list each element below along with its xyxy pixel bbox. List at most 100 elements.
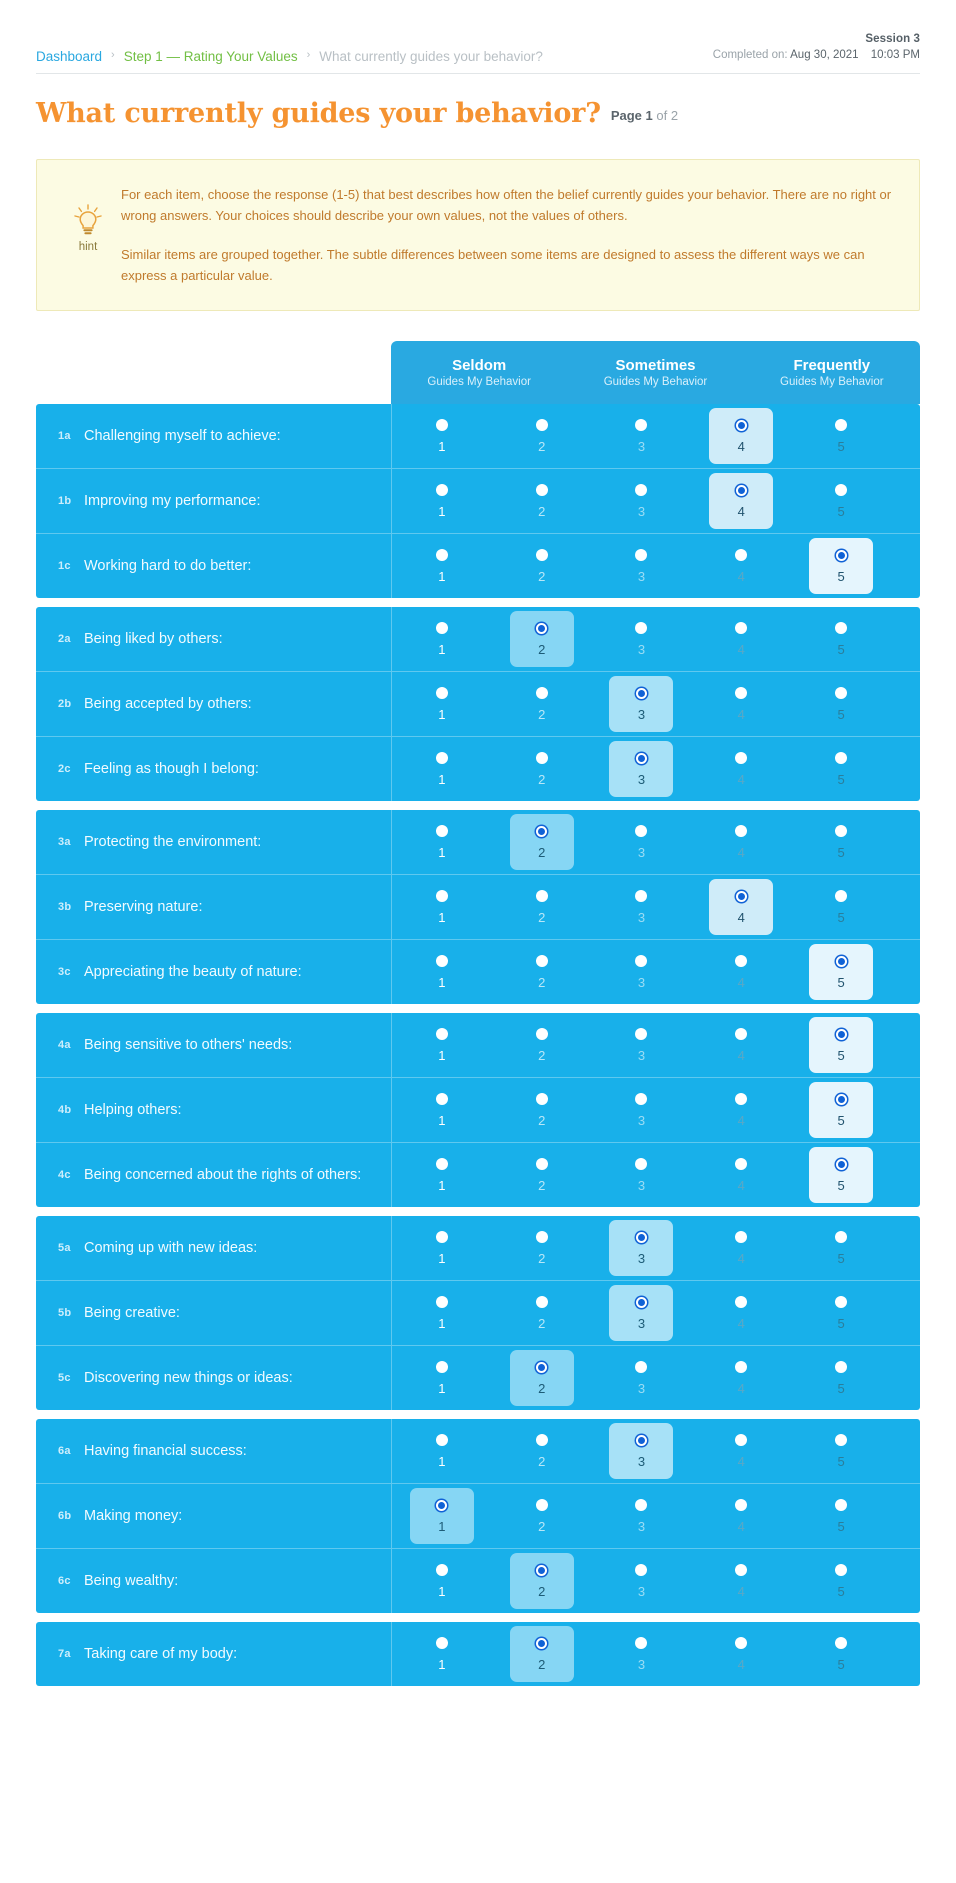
rating-option-6c-2[interactable]: 2 (492, 1549, 592, 1613)
rating-option-4c-4[interactable]: 4 (691, 1143, 791, 1207)
rating-option-5a-4[interactable]: 4 (691, 1216, 791, 1280)
rating-option-2a-2[interactable]: 2 (492, 607, 592, 671)
rating-option-7a-3[interactable]: 3 (592, 1622, 692, 1686)
radio-unselected-icon[interactable] (835, 1296, 848, 1309)
rating-option-4a-2[interactable]: 2 (492, 1013, 592, 1077)
radio-unselected-icon[interactable] (635, 1093, 648, 1106)
rating-option-2c-1[interactable]: 1 (392, 737, 492, 801)
radio-selected-icon[interactable] (835, 1093, 847, 1105)
rating-option-4a-4[interactable]: 4 (691, 1013, 791, 1077)
rating-option-4b-5[interactable]: 5 (791, 1078, 891, 1142)
radio-unselected-icon[interactable] (635, 419, 648, 432)
radio-unselected-icon[interactable] (835, 1637, 848, 1650)
radio-unselected-icon[interactable] (435, 752, 448, 765)
rating-option-3b-2[interactable]: 2 (492, 875, 592, 939)
radio-unselected-icon[interactable] (535, 1499, 548, 1512)
radio-selected-icon[interactable] (635, 1231, 647, 1243)
rating-option-5b-5[interactable]: 5 (791, 1281, 891, 1345)
rating-option-1b-2[interactable]: 2 (492, 469, 592, 533)
radio-selected-icon[interactable] (536, 825, 548, 837)
rating-option-4c-3[interactable]: 3 (592, 1143, 692, 1207)
rating-option-3b-1[interactable]: 1 (392, 875, 492, 939)
radio-unselected-icon[interactable] (535, 1093, 548, 1106)
radio-unselected-icon[interactable] (835, 752, 848, 765)
radio-unselected-icon[interactable] (735, 1296, 748, 1309)
rating-option-7a-1[interactable]: 1 (392, 1622, 492, 1686)
radio-unselected-icon[interactable] (435, 1637, 448, 1650)
rating-option-1a-5[interactable]: 5 (791, 404, 891, 468)
radio-unselected-icon[interactable] (835, 622, 848, 635)
radio-unselected-icon[interactable] (435, 1028, 448, 1041)
rating-option-4c-5[interactable]: 5 (791, 1143, 891, 1207)
radio-unselected-icon[interactable] (535, 1028, 548, 1041)
rating-option-1c-3[interactable]: 3 (592, 534, 692, 598)
rating-option-5c-2[interactable]: 2 (492, 1346, 592, 1410)
radio-unselected-icon[interactable] (435, 1296, 448, 1309)
rating-option-1a-3[interactable]: 3 (592, 404, 692, 468)
radio-unselected-icon[interactable] (835, 687, 848, 700)
rating-option-5a-3[interactable]: 3 (592, 1216, 692, 1280)
radio-unselected-icon[interactable] (735, 1361, 748, 1374)
rating-option-1a-2[interactable]: 2 (492, 404, 592, 468)
rating-option-3a-2[interactable]: 2 (492, 810, 592, 874)
radio-selected-icon[interactable] (536, 1361, 548, 1373)
rating-option-3c-5[interactable]: 5 (791, 940, 891, 1004)
radio-unselected-icon[interactable] (535, 955, 548, 968)
rating-option-7a-4[interactable]: 4 (691, 1622, 791, 1686)
rating-option-2c-4[interactable]: 4 (691, 737, 791, 801)
rating-option-6b-1[interactable]: 1 (392, 1484, 492, 1548)
radio-selected-icon[interactable] (735, 419, 747, 431)
radio-unselected-icon[interactable] (435, 419, 448, 432)
radio-unselected-icon[interactable] (635, 484, 648, 497)
radio-unselected-icon[interactable] (735, 825, 748, 838)
radio-unselected-icon[interactable] (835, 484, 848, 497)
radio-unselected-icon[interactable] (735, 1637, 748, 1650)
radio-unselected-icon[interactable] (535, 1158, 548, 1171)
radio-selected-icon[interactable] (835, 549, 847, 561)
radio-unselected-icon[interactable] (735, 622, 748, 635)
rating-option-1c-4[interactable]: 4 (691, 534, 791, 598)
radio-unselected-icon[interactable] (435, 687, 448, 700)
radio-unselected-icon[interactable] (535, 419, 548, 432)
rating-option-1a-1[interactable]: 1 (392, 404, 492, 468)
rating-option-2c-2[interactable]: 2 (492, 737, 592, 801)
rating-option-1b-4[interactable]: 4 (691, 469, 791, 533)
radio-unselected-icon[interactable] (435, 549, 448, 562)
radio-unselected-icon[interactable] (435, 484, 448, 497)
rating-option-4b-3[interactable]: 3 (592, 1078, 692, 1142)
radio-selected-icon[interactable] (735, 484, 747, 496)
radio-unselected-icon[interactable] (635, 1499, 648, 1512)
radio-unselected-icon[interactable] (535, 549, 548, 562)
rating-option-5c-4[interactable]: 4 (691, 1346, 791, 1410)
rating-option-5a-2[interactable]: 2 (492, 1216, 592, 1280)
rating-option-1c-5[interactable]: 5 (791, 534, 891, 598)
breadcrumb-item-dashboard[interactable]: Dashboard (36, 50, 102, 64)
rating-option-1b-5[interactable]: 5 (791, 469, 891, 533)
radio-unselected-icon[interactable] (435, 1564, 448, 1577)
radio-selected-icon[interactable] (635, 1434, 647, 1446)
radio-selected-icon[interactable] (536, 1637, 548, 1649)
radio-selected-icon[interactable] (635, 1296, 647, 1308)
rating-option-6b-5[interactable]: 5 (791, 1484, 891, 1548)
radio-unselected-icon[interactable] (635, 1361, 648, 1374)
radio-unselected-icon[interactable] (435, 890, 448, 903)
rating-option-6b-2[interactable]: 2 (492, 1484, 592, 1548)
radio-unselected-icon[interactable] (835, 419, 848, 432)
rating-option-3a-5[interactable]: 5 (791, 810, 891, 874)
rating-option-6c-1[interactable]: 1 (392, 1549, 492, 1613)
rating-option-5b-1[interactable]: 1 (392, 1281, 492, 1345)
radio-unselected-icon[interactable] (635, 955, 648, 968)
radio-unselected-icon[interactable] (735, 1499, 748, 1512)
rating-option-3b-5[interactable]: 5 (791, 875, 891, 939)
rating-option-1c-2[interactable]: 2 (492, 534, 592, 598)
rating-option-1c-1[interactable]: 1 (392, 534, 492, 598)
radio-selected-icon[interactable] (635, 752, 647, 764)
radio-unselected-icon[interactable] (835, 890, 848, 903)
radio-unselected-icon[interactable] (435, 1434, 448, 1447)
radio-unselected-icon[interactable] (735, 687, 748, 700)
radio-unselected-icon[interactable] (735, 752, 748, 765)
radio-unselected-icon[interactable] (535, 1296, 548, 1309)
rating-option-2b-5[interactable]: 5 (791, 672, 891, 736)
radio-unselected-icon[interactable] (835, 1231, 848, 1244)
rating-option-5b-3[interactable]: 3 (592, 1281, 692, 1345)
